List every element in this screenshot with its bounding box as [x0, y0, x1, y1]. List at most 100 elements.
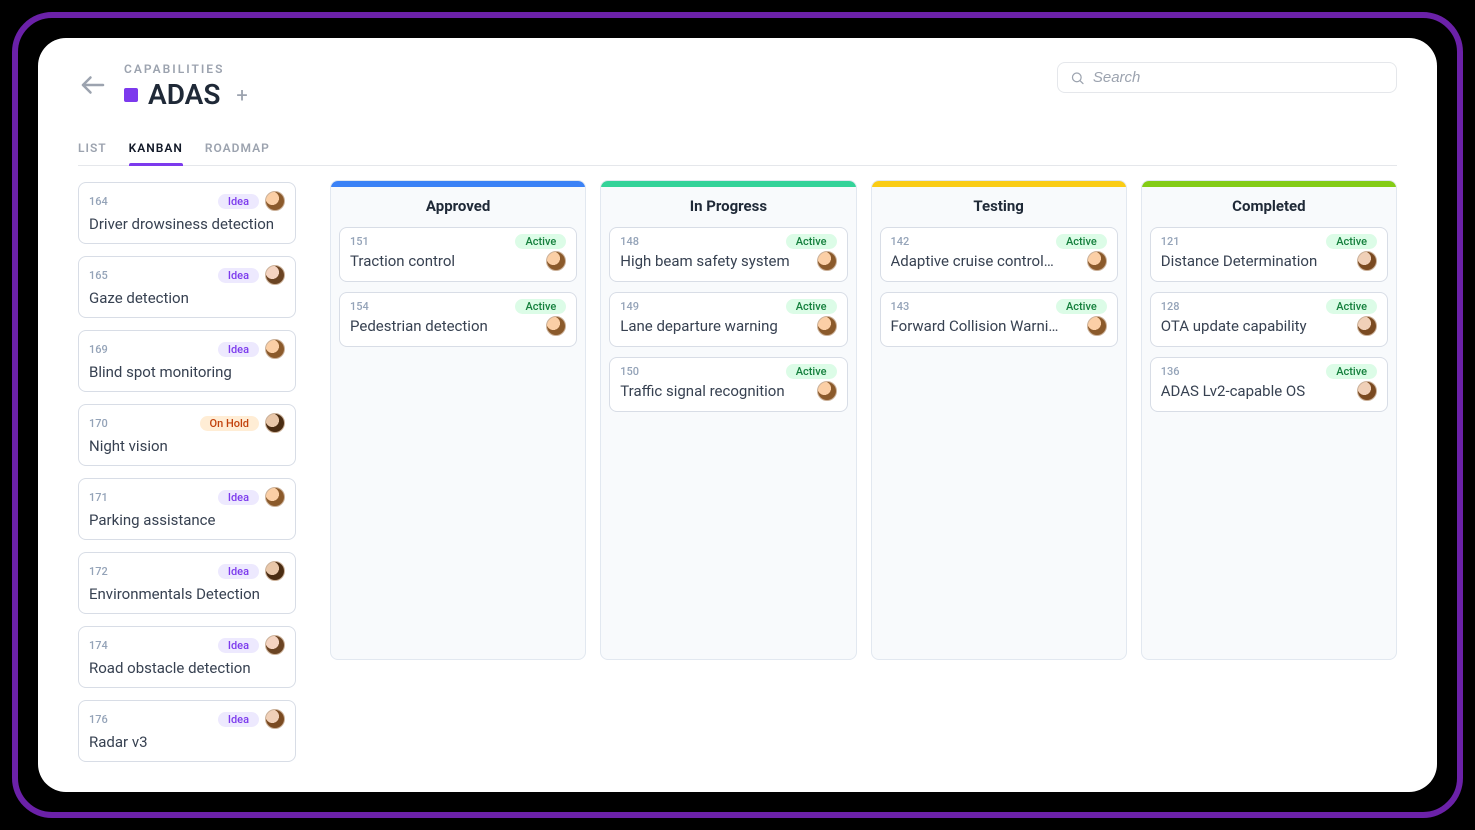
status-badge: Active [1056, 234, 1107, 249]
backlog-card[interactable]: 172IdeaEnvironmentals Detection [78, 552, 296, 614]
backlog-card[interactable]: 164IdeaDriver drowsiness detection [78, 182, 296, 244]
backlog-card[interactable]: 174 Idea Road obstacle detection [78, 626, 296, 688]
avatar [1357, 251, 1377, 271]
search-icon [1070, 70, 1085, 86]
column-body[interactable]: 148ActiveHigh beam safety system149Activ… [601, 227, 855, 422]
column-title: Testing [872, 187, 1126, 227]
status-badge: Active [515, 234, 566, 249]
card-id: 172 [89, 565, 108, 578]
card-id: 121 [1161, 235, 1180, 248]
status-badge: Idea [218, 268, 259, 283]
tab-kanban[interactable]: KANBAN [129, 141, 183, 165]
status-badge: Idea [218, 342, 259, 357]
card-id: 165 [89, 269, 108, 282]
avatar [817, 316, 837, 336]
kanban-card[interactable]: 121ActiveDistance Determination [1150, 227, 1388, 282]
card-title: Gaze detection [89, 289, 285, 307]
column-title: In Progress [601, 187, 855, 227]
avatar [817, 381, 837, 401]
card-id: 174 [89, 639, 108, 652]
title-block: CAPABILITIES ADAS + [124, 62, 254, 111]
avatar [265, 191, 285, 211]
card-id: 128 [1161, 300, 1180, 313]
app-panel: CAPABILITIES ADAS + LIST KANBAN ROADMAP 16… [38, 38, 1437, 792]
header-left: CAPABILITIES ADAS + [78, 62, 254, 111]
card-id: 151 [350, 235, 369, 248]
avatar [1087, 316, 1107, 336]
column-in-progress: In Progress148ActiveHigh beam safety sys… [600, 180, 856, 660]
kanban-card[interactable]: 128 Active OTA update capability [1150, 292, 1388, 347]
header: CAPABILITIES ADAS + [78, 62, 1397, 111]
kanban-card[interactable]: 154ActivePedestrian detection [339, 292, 577, 347]
card-title: Blind spot monitoring [89, 363, 285, 381]
search-box[interactable] [1057, 62, 1397, 93]
title-color-swatch [124, 88, 138, 102]
column-body[interactable]: 121ActiveDistance Determination128Active… [1142, 227, 1396, 422]
card-id: 169 [89, 343, 108, 356]
card-title: Radar v3 [89, 733, 285, 751]
kanban-card[interactable]: 143 Active Forward Collision Warni… [880, 292, 1118, 347]
status-badge: Active [1326, 299, 1377, 314]
backlog-list[interactable]: 164IdeaDriver drowsiness detection165Ide… [78, 180, 308, 762]
card-title: ADAS Lv2-capable OS [1161, 382, 1305, 400]
status-badge: Active [1326, 364, 1377, 379]
card-title: Forward Collision Warni… [891, 317, 1059, 335]
view-tabs: LIST KANBAN ROADMAP [78, 141, 1397, 166]
card-title: Traction control [350, 252, 455, 270]
kanban-card[interactable]: 149ActiveLane departure warning [609, 292, 847, 347]
kanban-card[interactable]: 151 Active Traction control [339, 227, 577, 282]
kanban-card[interactable]: 136ActiveADAS Lv2-capable OS [1150, 357, 1388, 412]
avatar [265, 709, 285, 729]
card-title: Road obstacle detection [89, 659, 285, 677]
back-button[interactable] [78, 70, 108, 104]
card-id: 170 [89, 417, 108, 430]
card-title: OTA update capability [1161, 317, 1307, 335]
status-badge: Idea [218, 712, 259, 727]
card-title: High beam safety system [620, 252, 789, 270]
status-badge: Idea [218, 490, 259, 505]
page-title: ADAS [148, 78, 220, 111]
column-title: Completed [1142, 187, 1396, 227]
backlog-card[interactable]: 165 Idea Gaze detection [78, 256, 296, 318]
column-approved: Approved151ActiveTraction control154Acti… [330, 180, 586, 660]
card-title: Environmentals Detection [89, 585, 285, 603]
kanban-card[interactable]: 150ActiveTraffic signal recognition [609, 357, 847, 412]
card-id: 171 [89, 491, 108, 504]
backlog-card[interactable]: 170 On Hold Night vision [78, 404, 296, 466]
card-id: 143 [891, 300, 910, 313]
board: 164IdeaDriver drowsiness detection165Ide… [78, 180, 1397, 762]
avatar [1357, 316, 1377, 336]
device-frame: CAPABILITIES ADAS + LIST KANBAN ROADMAP 16… [12, 12, 1463, 818]
breadcrumb: CAPABILITIES [124, 62, 254, 76]
avatar [265, 413, 285, 433]
card-id: 149 [620, 300, 639, 313]
card-title: Night vision [89, 437, 285, 455]
kanban-card[interactable]: 148ActiveHigh beam safety system [609, 227, 847, 282]
search-input[interactable] [1093, 69, 1384, 86]
card-id: 142 [891, 235, 910, 248]
status-badge: Active [786, 234, 837, 249]
card-id: 176 [89, 713, 108, 726]
column-body[interactable]: 142ActiveAdaptive cruise control…143Acti… [872, 227, 1126, 357]
add-button[interactable]: + [230, 81, 253, 109]
column-completed: Completed121ActiveDistance Determination… [1141, 180, 1397, 660]
avatar [546, 316, 566, 336]
card-id: 150 [620, 365, 639, 378]
status-badge: Active [1326, 234, 1377, 249]
avatar [265, 339, 285, 359]
status-badge: Idea [218, 638, 259, 653]
kanban-card[interactable]: 142ActiveAdaptive cruise control… [880, 227, 1118, 282]
avatar [1087, 251, 1107, 271]
card-title: Lane departure warning [620, 317, 778, 335]
backlog-card[interactable]: 171IdeaParking assistance [78, 478, 296, 540]
status-badge: Idea [218, 194, 259, 209]
tab-list[interactable]: LIST [78, 141, 107, 165]
backlog-card[interactable]: 169 Idea Blind spot monitoring [78, 330, 296, 392]
backlog-card[interactable]: 176 Idea Radar v3 [78, 700, 296, 762]
card-id: 164 [89, 195, 108, 208]
tab-roadmap[interactable]: ROADMAP [205, 141, 270, 165]
status-badge: Active [786, 364, 837, 379]
status-badge: On Hold [200, 416, 259, 431]
column-body[interactable]: 151 Active Traction control 154ActivePedest… [331, 227, 585, 357]
status-badge: Active [1056, 299, 1107, 314]
